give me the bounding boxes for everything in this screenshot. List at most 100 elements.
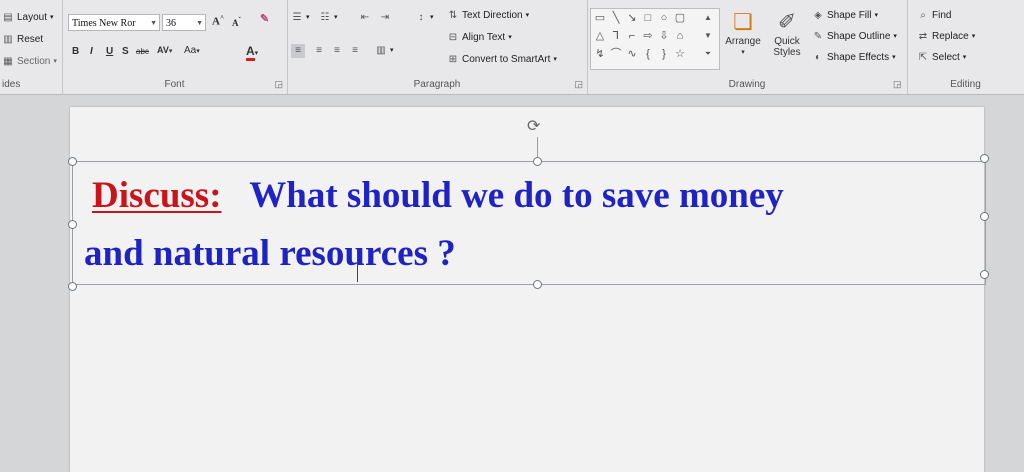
right-arrow-shape-icon[interactable]: ⇨: [641, 29, 655, 43]
drawing-dialog-launcher-icon[interactable]: ◲: [893, 79, 902, 90]
reset-button[interactable]: ▥ Reset: [2, 34, 43, 46]
rounded-rect-shape-icon[interactable]: ▢: [673, 11, 687, 25]
line-spacing-button[interactable]: ↕ ▾: [415, 12, 434, 24]
scribble-shape-icon[interactable]: ∿: [625, 47, 639, 61]
align-center-icon: ≡: [316, 45, 322, 56]
gallery-up-icon[interactable]: ▲: [701, 11, 715, 25]
align-center-button[interactable]: ≡: [313, 45, 325, 57]
triangle-shape-icon[interactable]: △: [593, 29, 607, 43]
font-color-button[interactable]: A▾: [246, 44, 258, 61]
align-text-icon: ⊟: [448, 32, 458, 43]
textbox-shape-icon[interactable]: ▭: [593, 11, 607, 25]
convert-smartart-button[interactable]: ⊞ Convert to SmartArt ▾: [447, 54, 557, 66]
decrease-indent-button[interactable]: ⇤: [359, 12, 371, 24]
gallery-down-icon[interactable]: ▼: [701, 29, 715, 43]
curve-shape-icon[interactable]: ⌒: [609, 47, 623, 61]
discuss-label: Discuss:: [92, 175, 222, 216]
bold-button[interactable]: B: [72, 46, 79, 57]
slides-group: ▤ Layout ▾ ▥ Reset ▦ Section ▾ ides: [0, 0, 63, 94]
slide-text-line-1[interactable]: Discuss: What should we do to save money: [92, 176, 784, 216]
reset-icon: ▥: [3, 34, 13, 45]
resize-handle-top-left[interactable]: [68, 157, 77, 166]
align-right-button[interactable]: ≡: [331, 45, 343, 57]
section-button[interactable]: ▦ Section ▾: [2, 56, 57, 68]
editing-group-label: Editing: [950, 79, 981, 90]
justify-button[interactable]: ≡: [349, 45, 361, 57]
select-button[interactable]: ⇱ Select ▾: [917, 52, 967, 64]
elbow-shape-icon[interactable]: ⅂: [609, 29, 623, 43]
slides-group-label: ides: [2, 79, 21, 90]
shrink-font-button[interactable]: Aˇ: [232, 16, 241, 28]
brace-left-shape-icon[interactable]: {: [641, 47, 655, 61]
clear-formatting-icon[interactable]: ✎: [260, 12, 269, 25]
gallery-more-icon[interactable]: ⏷: [701, 47, 715, 61]
shapes-gallery[interactable]: ▭ ╲ ↘ □ ○ ▢ △ ⅂ ⌐ ⇨ ⇩ ⌂ ↯ ⌒ ∿ { } ☆ ▲ ▼ …: [590, 8, 720, 70]
brace-right-shape-icon[interactable]: }: [657, 47, 671, 61]
shadow-button[interactable]: S: [122, 46, 129, 57]
star-shape-icon[interactable]: ☆: [673, 47, 687, 61]
line-shape-icon[interactable]: ╲: [609, 11, 623, 25]
text-direction-button[interactable]: ⇅ Text Direction ▾: [447, 10, 529, 22]
resize-handle-top-right[interactable]: [980, 154, 989, 163]
font-size-combo[interactable]: 36 ▼: [162, 14, 206, 31]
font-dialog-launcher-icon[interactable]: ◲: [274, 79, 283, 90]
connector-shape-icon[interactable]: ⌐: [625, 29, 639, 43]
find-button[interactable]: ⌕ Find: [917, 10, 951, 22]
align-text-button[interactable]: ⊟ Align Text ▾: [447, 32, 512, 44]
cursor-icon: ⇱: [918, 52, 928, 63]
resize-handle-bottom-right[interactable]: [980, 270, 989, 279]
increase-indent-button[interactable]: ⇥: [379, 12, 391, 24]
paragraph-dialog-launcher-icon[interactable]: ◲: [574, 79, 583, 90]
font-name-combo[interactable]: Times New Ror ▼: [68, 14, 160, 31]
flowchart-shape-icon[interactable]: ⌂: [673, 29, 687, 43]
chevron-down-icon: ▼: [150, 20, 157, 27]
change-case-button[interactable]: Aa▾: [184, 45, 200, 56]
question-text-part-2: and natural resources ?: [84, 233, 456, 274]
rotate-handle-icon[interactable]: ⟳: [527, 119, 540, 135]
effects-icon: ◐: [814, 52, 822, 63]
text-direction-icon: ⇅: [448, 10, 458, 21]
bullets-button[interactable]: ☰ ▾: [291, 12, 310, 24]
font-group-label: Font: [164, 79, 185, 90]
question-text-part-1: What should we do to save money: [249, 175, 784, 216]
editing-group: ⌕ Find ⇄ Replace ▾ ⇱ Select ▾ Editing: [907, 0, 1024, 94]
layout-icon: ▤: [3, 12, 13, 23]
underline-button[interactable]: U: [106, 46, 113, 57]
oval-shape-icon[interactable]: ○: [657, 11, 671, 25]
resize-handle-bottom-left[interactable]: [68, 282, 77, 291]
bullets-icon: ☰: [292, 12, 302, 23]
grow-font-button[interactable]: A^: [212, 14, 224, 28]
strikethrough-button[interactable]: abc: [136, 47, 149, 56]
numbering-button[interactable]: ☷ ▾: [319, 12, 338, 24]
ribbon: ▤ Layout ▾ ▥ Reset ▦ Section ▾ ides Times …: [0, 0, 1024, 95]
replace-button[interactable]: ⇄ Replace ▾: [917, 31, 975, 43]
resize-handle-right[interactable]: [980, 212, 989, 221]
arrow-line-shape-icon[interactable]: ↘: [625, 11, 639, 25]
text-cursor: [357, 262, 358, 282]
freeform-shape-icon[interactable]: ↯: [593, 47, 607, 61]
shape-effects-button[interactable]: ◐ Shape Effects ▾: [812, 52, 896, 64]
columns-icon: ▥: [376, 45, 386, 56]
columns-button[interactable]: ▥ ▾: [375, 45, 393, 57]
line-spacing-icon: ↕: [418, 12, 424, 23]
chevron-down-icon: ▼: [196, 20, 203, 27]
quick-styles-button[interactable]: ✐ Quick Styles: [766, 8, 808, 58]
down-arrow-shape-icon[interactable]: ⇩: [657, 29, 671, 43]
align-left-button[interactable]: ≡: [291, 44, 305, 58]
arrange-button[interactable]: ❏ Arrange ▾: [722, 8, 764, 58]
character-spacing-button[interactable]: AV▾: [157, 45, 172, 55]
slide-text-line-2[interactable]: and natural resources ?: [84, 234, 456, 274]
shape-fill-button[interactable]: ◈ Shape Fill ▾: [812, 10, 878, 22]
layout-button[interactable]: ▤ Layout ▾: [2, 12, 53, 24]
resize-handle-left[interactable]: [68, 220, 77, 229]
shape-outline-button[interactable]: ✎ Shape Outline ▾: [812, 31, 897, 43]
resize-handle-bottom[interactable]: [533, 280, 542, 289]
drawing-group-label: Drawing: [728, 79, 766, 90]
numbering-icon: ☷: [320, 12, 330, 23]
increase-indent-icon: ⇥: [380, 12, 390, 23]
resize-handle-top[interactable]: [533, 157, 542, 166]
rectangle-shape-icon[interactable]: □: [641, 11, 655, 25]
justify-icon: ≡: [352, 45, 358, 56]
italic-button[interactable]: I: [90, 46, 93, 57]
pen-icon: ✎: [813, 31, 823, 42]
